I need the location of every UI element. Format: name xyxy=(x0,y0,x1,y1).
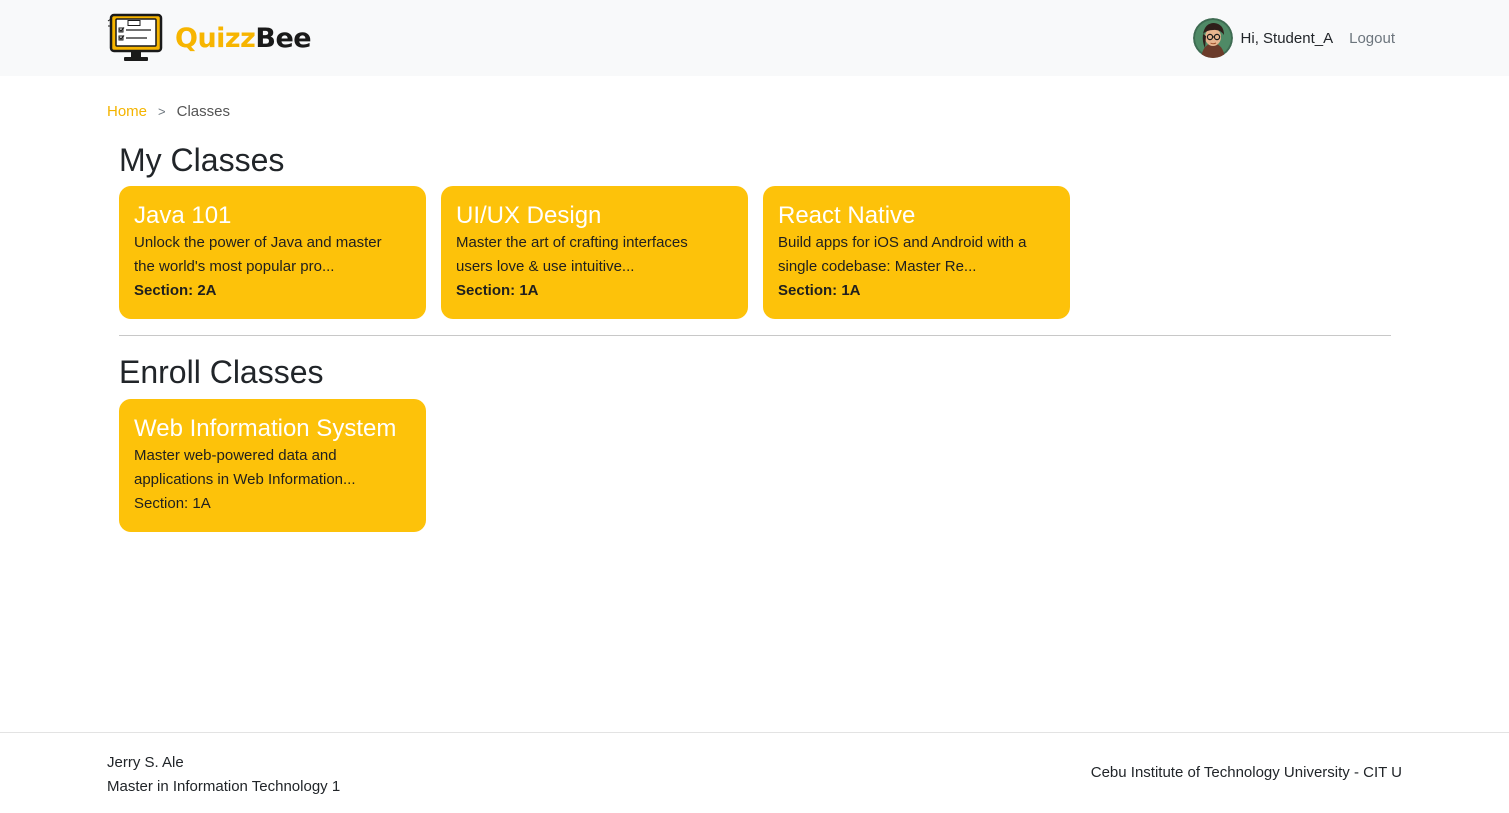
user-avatar[interactable] xyxy=(1192,18,1233,58)
class-card-section: Section: 1A xyxy=(456,282,539,299)
class-card-title: Java 101 xyxy=(134,202,232,229)
top-navbar: QuizzBee Hi, Student_A Logout xyxy=(0,0,1509,76)
my-classes-heading: My Classes xyxy=(119,142,285,178)
class-card-description-line: Unlock the power of Java and master xyxy=(134,234,382,251)
enroll-classes-heading: Enroll Classes xyxy=(119,354,324,390)
class-card-description-line: Master the art of crafting interfaces xyxy=(456,234,688,251)
class-card-description-line: Master web-powered data and xyxy=(134,447,337,464)
class-card-description-line: single codebase: Master Re... xyxy=(778,258,977,275)
footer-program: Master in Information Technology 1 xyxy=(107,778,341,795)
class-card-description-line: Build apps for iOS and Android with a xyxy=(778,234,1027,251)
logout-link[interactable]: Logout xyxy=(1349,30,1395,47)
user-menu: Hi, Student_A Logout xyxy=(1192,18,1395,58)
enroll-class-card[interactable]: Web Information System Master web-powere… xyxy=(119,399,426,532)
class-card-description-line: applications in Web Information... xyxy=(134,471,356,488)
brand[interactable]: QuizzBee xyxy=(107,13,312,63)
class-card-title: React Native xyxy=(778,202,916,229)
class-card-description-line: users love & use intuitive... xyxy=(456,258,635,275)
breadcrumb-separator: > xyxy=(158,104,166,119)
class-card-description-line: the world's most popular pro... xyxy=(134,258,335,275)
user-greeting: Hi, Student_A xyxy=(1240,29,1334,47)
breadcrumb: Home > Classes xyxy=(107,103,230,120)
class-card[interactable]: UI/UX Design Master the art of crafting … xyxy=(441,186,748,319)
footer-name: Jerry S. Ale xyxy=(107,754,184,771)
class-card-section: Section: 1A xyxy=(134,495,211,512)
class-card-section: Section: 1A xyxy=(778,282,861,299)
footer-author: Jerry S. Ale Master in Information Techn… xyxy=(107,751,340,799)
class-card[interactable]: React Native Build apps for iOS and Andr… xyxy=(763,186,1070,319)
class-card-title: UI/UX Design xyxy=(456,202,602,229)
section-divider xyxy=(119,335,1391,336)
breadcrumb-current: Classes xyxy=(176,103,230,120)
enroll-classes-list: Web Information System Master web-powere… xyxy=(119,399,426,532)
brand-name-part2: Bee xyxy=(255,22,312,54)
my-classes-list: Java 101 Unlock the power of Java and ma… xyxy=(119,186,1070,319)
class-card[interactable]: Java 101 Unlock the power of Java and ma… xyxy=(119,186,426,319)
brand-name: QuizzBee xyxy=(175,22,312,54)
breadcrumb-home[interactable]: Home xyxy=(107,103,147,120)
class-card-title: Web Information System xyxy=(134,415,397,442)
footer: Jerry S. Ale Master in Information Techn… xyxy=(0,732,1509,813)
footer-institution: Cebu Institute of Technology University … xyxy=(1090,764,1402,781)
quiz-monitor-icon xyxy=(107,13,163,61)
brand-name-part1: Quizz xyxy=(175,22,256,54)
class-card-section: Section: 2A xyxy=(134,282,217,299)
